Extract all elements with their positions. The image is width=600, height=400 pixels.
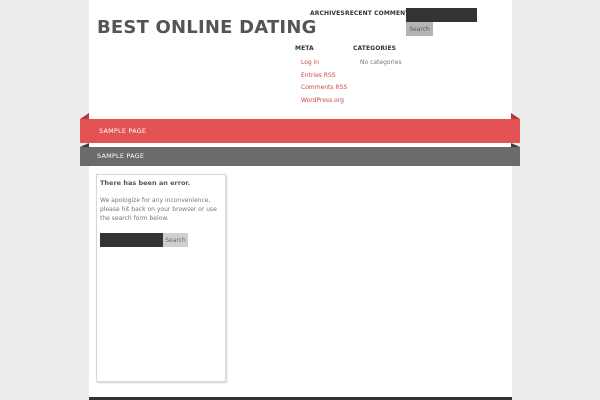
meta-link-entries-rss[interactable]: Entries RSS [301,72,347,85]
meta-link-log-in[interactable]: Log in [301,59,347,72]
meta-heading: META [295,45,314,52]
categories-heading: CATEGORIES [353,45,397,52]
meta-link-comments-rss[interactable]: Comments RSS [301,84,347,97]
meta-links-list: Log in Entries RSS Comments RSS WordPres… [301,59,347,109]
secondary-nav-item-sample-page[interactable]: SAMPLE PAGE [97,152,144,160]
error-title: There has been an error. [100,179,191,187]
archives-heading: ARCHIVES [310,10,345,17]
secondary-nav-bar [80,147,520,166]
site-title[interactable]: BEST ONLINE DATING [97,17,317,38]
error-search-input[interactable] [100,233,163,247]
search-button[interactable]: Search [406,22,433,36]
error-message: We apologize for any inconvenience, plea… [100,197,217,222]
search-input[interactable] [406,8,477,22]
meta-link-wordpress-org[interactable]: WordPress.org [301,97,347,110]
primary-nav-item-sample-page[interactable]: SAMPLE PAGE [99,127,146,135]
categories-empty-text: No categories [360,59,402,66]
error-search-button[interactable]: Search [163,233,188,247]
recent-comments-heading: RECENT COMMENTS [345,10,414,17]
